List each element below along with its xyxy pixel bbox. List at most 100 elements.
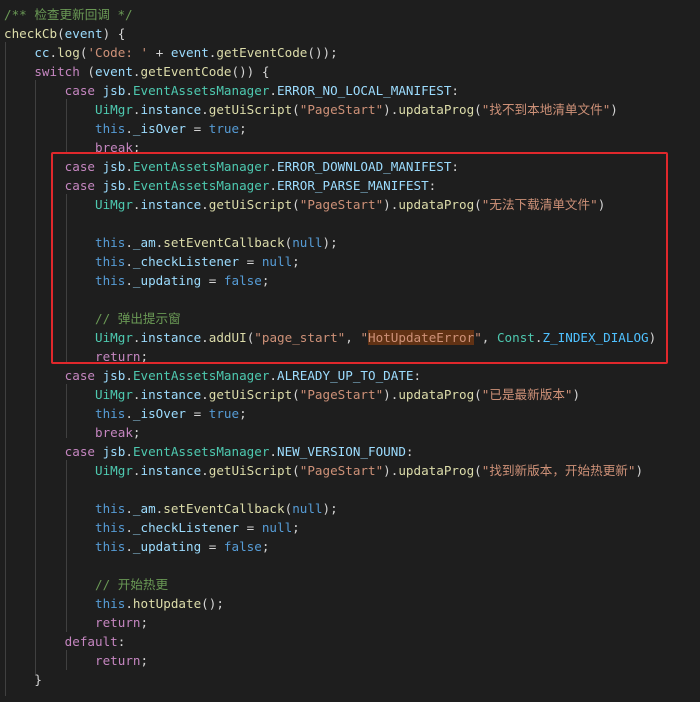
code-token: )	[635, 463, 644, 478]
code-token: _am	[132, 501, 156, 516]
code-token: return	[4, 615, 141, 630]
code-token: =	[186, 121, 209, 136]
code-token: hotUpdate	[132, 596, 202, 611]
code-token: (	[292, 463, 300, 478]
code-token: (	[292, 102, 300, 117]
code-token: =	[186, 406, 209, 421]
code-token: jsb	[95, 83, 126, 98]
code-token: NEW_VERSION_FOUND	[277, 444, 406, 459]
code-line[interactable]: case jsb.EventAssetsManager.ERROR_NO_LOC…	[4, 81, 459, 100]
code-token: }	[4, 672, 42, 687]
code-line[interactable]: default:	[4, 632, 126, 651]
code-token: .	[125, 444, 133, 459]
code-token: ) {	[102, 26, 126, 41]
code-token: .	[201, 387, 209, 402]
code-token: ();	[201, 596, 224, 611]
code-token: .	[125, 539, 133, 554]
code-line[interactable]: UiMgr.instance.getUiScript("PageStart").…	[4, 385, 580, 404]
code-token: ).	[383, 387, 399, 402]
code-token: ;	[239, 406, 247, 421]
code-token: (	[474, 102, 482, 117]
code-token: 'Code: '	[87, 45, 149, 60]
code-token: :	[451, 83, 459, 98]
code-token: case	[4, 83, 95, 98]
code-line[interactable]: return;	[4, 651, 148, 670]
code-token: EventAssetsManager	[132, 444, 270, 459]
code-token: instance	[140, 387, 202, 402]
code-token: instance	[140, 102, 202, 117]
code-token: event	[170, 45, 209, 60]
code-token: _checkListener	[132, 520, 240, 535]
code-token: "已是最新版本"	[481, 387, 573, 402]
code-line[interactable]: // 开始热更	[4, 575, 168, 594]
code-token: );	[322, 501, 338, 516]
code-token: .	[132, 64, 141, 79]
code-line[interactable]: this._updating = false;	[4, 537, 269, 556]
code-token: getUiScript	[208, 102, 293, 117]
code-token: ;	[140, 653, 149, 668]
code-token: :	[413, 368, 422, 383]
code-line[interactable]: this._checkListener = null;	[4, 518, 300, 537]
code-token: UiMgr	[4, 387, 133, 402]
code-token: .	[125, 368, 133, 383]
code-token: .	[269, 368, 278, 383]
code-token: ).	[383, 102, 399, 117]
code-token: case	[4, 444, 95, 459]
code-token: "PageStart"	[299, 102, 384, 117]
code-token: .	[201, 102, 209, 117]
code-line[interactable]: this._isOver = true;	[4, 119, 247, 138]
code-line[interactable]: UiMgr.instance.getUiScript("PageStart").…	[4, 461, 643, 480]
code-token: .	[269, 83, 278, 98]
code-token: this	[4, 406, 126, 421]
code-token: ;	[239, 121, 247, 136]
code-line[interactable]: cc.log('Code: ' + event.getEventCode());	[4, 43, 338, 62]
code-token: )	[572, 387, 581, 402]
code-token: (	[292, 387, 300, 402]
code-token: .	[125, 501, 133, 516]
code-token: "PageStart"	[299, 387, 384, 402]
code-token: _isOver	[132, 121, 186, 136]
code-line[interactable]: UiMgr.instance.getUiScript("PageStart").…	[4, 100, 618, 119]
code-token: true	[208, 406, 240, 421]
code-line[interactable]: return;	[4, 613, 148, 632]
code-token: this	[4, 539, 126, 554]
code-token: ;	[132, 425, 141, 440]
code-token: ());	[307, 45, 338, 60]
code-editor[interactable]: /** 检查更新回调 */ checkCb(event) { cc.log('Co…	[0, 0, 700, 702]
code-token: EventAssetsManager	[132, 83, 270, 98]
code-line[interactable]: this._isOver = true;	[4, 404, 247, 423]
code-line[interactable]: this._am.setEventCallback(null);	[4, 499, 338, 518]
code-line[interactable]: checkCb(event) {	[4, 24, 125, 43]
code-token: /** 检查更新回调 */	[4, 7, 133, 22]
code-line[interactable]: break;	[4, 423, 141, 442]
code-token: ).	[383, 463, 399, 478]
code-line[interactable]: }	[4, 670, 42, 689]
code-token: ;	[261, 539, 270, 554]
code-line[interactable]: /** 检查更新回调 */	[4, 5, 133, 24]
code-token: .	[125, 520, 133, 535]
code-token: this	[4, 501, 126, 516]
code-token: _isOver	[132, 406, 186, 421]
code-token: .	[132, 102, 141, 117]
code-token: ERROR_NO_LOCAL_MANIFEST	[277, 83, 452, 98]
code-token: this	[4, 121, 126, 136]
code-token: null	[292, 501, 323, 516]
code-line[interactable]: switch (event.getEventCode()) {	[4, 62, 269, 81]
code-line[interactable]: case jsb.EventAssetsManager.ALREADY_UP_T…	[4, 366, 421, 385]
code-token: getUiScript	[208, 463, 293, 478]
code-token: .	[201, 463, 209, 478]
code-token: ALREADY_UP_TO_DATE	[277, 368, 414, 383]
code-line[interactable]: case jsb.EventAssetsManager.NEW_VERSION_…	[4, 442, 414, 461]
code-token: jsb	[95, 444, 126, 459]
code-token: (	[57, 26, 65, 41]
code-token: this	[4, 520, 126, 535]
code-token: return	[4, 653, 141, 668]
code-token: .	[132, 387, 141, 402]
code-token: .	[132, 463, 141, 478]
code-token: EventAssetsManager	[132, 368, 270, 383]
code-token: true	[208, 121, 240, 136]
code-line[interactable]: this.hotUpdate();	[4, 594, 224, 613]
code-token: "PageStart"	[299, 463, 384, 478]
code-token: ;	[292, 520, 300, 535]
code-token: updataProg	[398, 463, 475, 478]
